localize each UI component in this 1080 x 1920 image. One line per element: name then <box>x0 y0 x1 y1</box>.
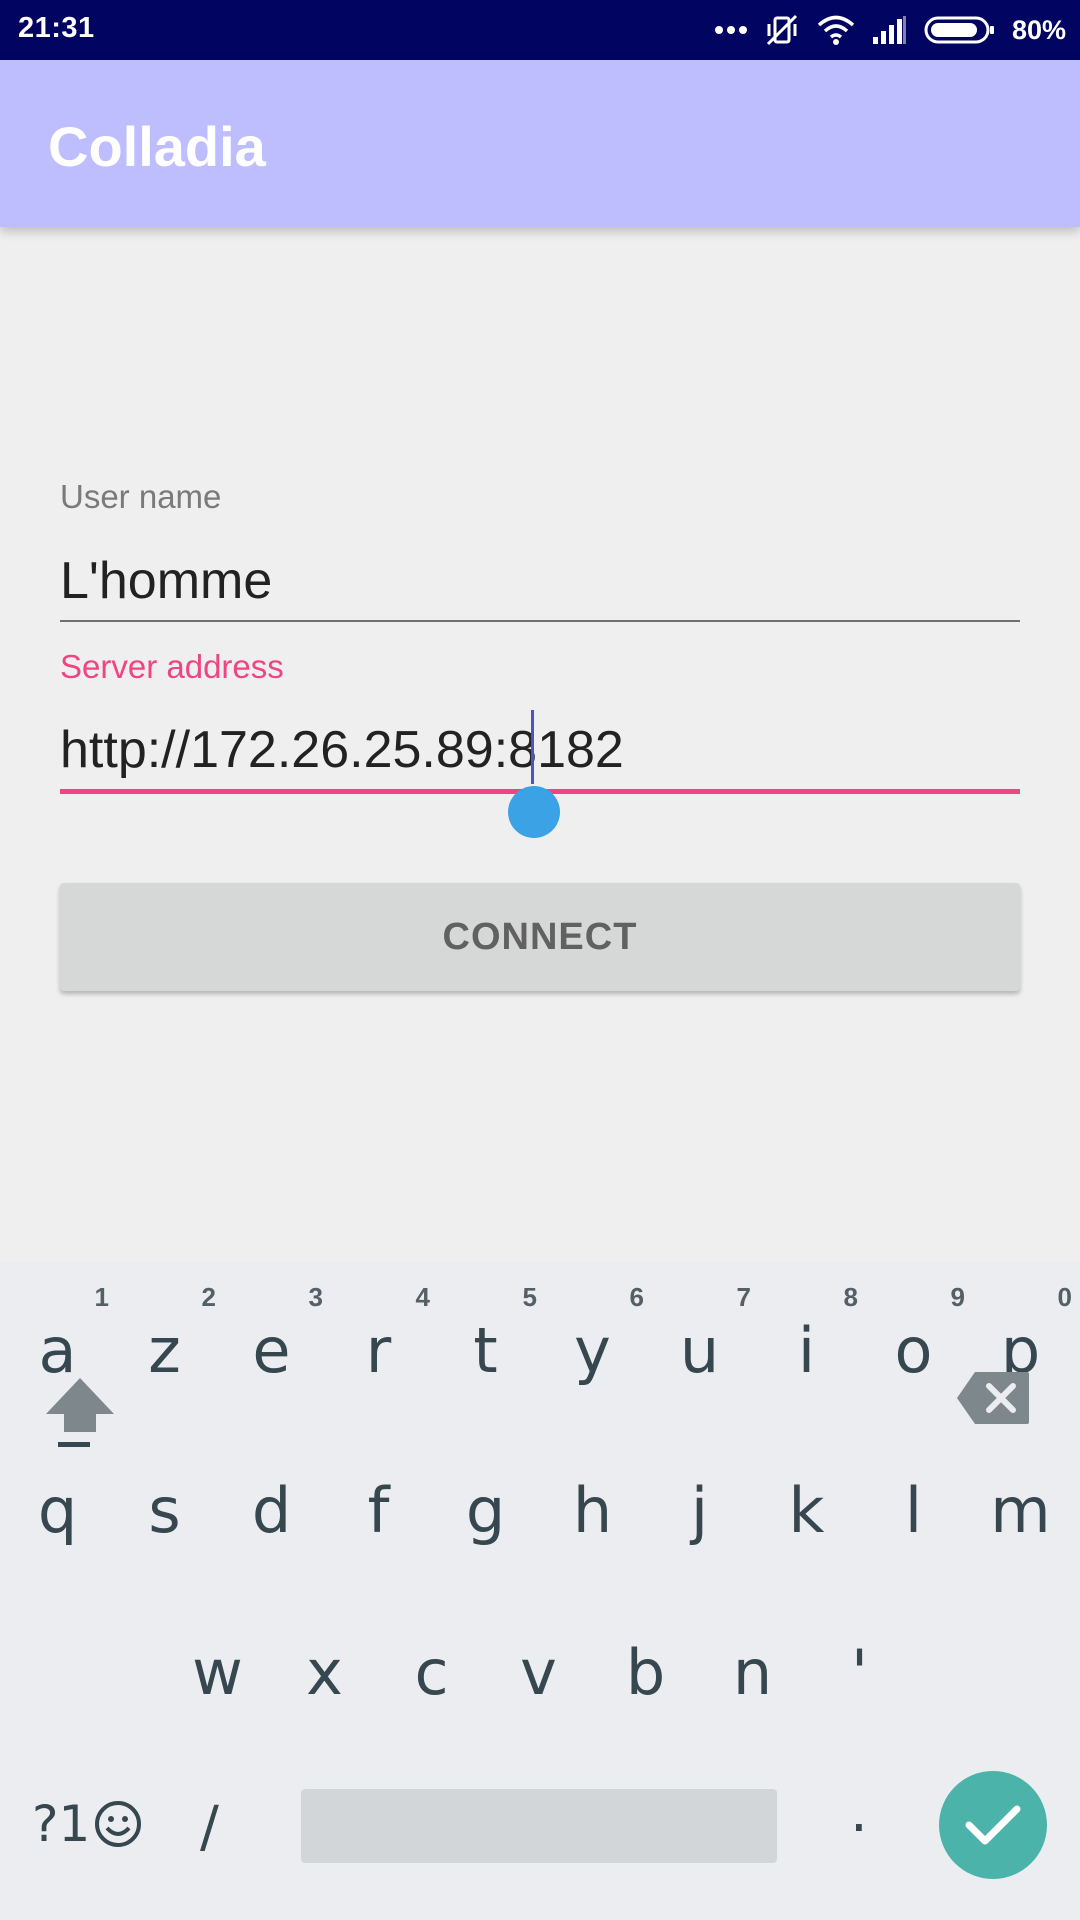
key-w[interactable]: w <box>164 1598 271 1748</box>
key-x[interactable]: x <box>271 1598 378 1748</box>
status-bar: 21:31 80% <box>0 0 1080 60</box>
emoji-icon <box>95 1801 142 1847</box>
app-bar: Colladia <box>0 60 1080 227</box>
key-char: t <box>473 1314 498 1387</box>
vibrate-off-icon <box>764 12 800 48</box>
key-char: z <box>148 1314 181 1387</box>
key-hint: 9 <box>950 1282 965 1312</box>
key-d[interactable]: d <box>218 1432 325 1582</box>
signal-icon <box>872 15 908 45</box>
key-char: n <box>732 1636 773 1709</box>
key-char: q <box>37 1474 78 1547</box>
key-f[interactable]: f <box>325 1432 432 1582</box>
key-hint: 1 <box>94 1282 109 1312</box>
key-hint: 4 <box>415 1282 430 1312</box>
key-j[interactable]: j <box>646 1432 753 1582</box>
key-b[interactable]: b <box>592 1598 699 1748</box>
key-n[interactable]: n <box>699 1598 806 1748</box>
wifi-icon <box>816 14 856 46</box>
key-e[interactable]: e3 <box>218 1262 325 1412</box>
server-address-label: Server address <box>60 648 284 685</box>
key-m[interactable]: m <box>967 1432 1074 1582</box>
key-char: y <box>574 1314 611 1387</box>
key-hint: 2 <box>201 1282 216 1312</box>
battery-icon <box>924 15 996 45</box>
key-char: ' <box>850 1636 869 1709</box>
key-hint: 6 <box>629 1282 644 1312</box>
user-name-label: User name <box>60 478 222 515</box>
symbols-key[interactable]: ?1 <box>32 1795 144 1853</box>
key-t[interactable]: t5 <box>432 1262 539 1412</box>
key-char: r <box>365 1314 392 1387</box>
key-char: e <box>252 1314 291 1387</box>
slash-key[interactable]: / <box>200 1795 219 1860</box>
key-u[interactable]: u7 <box>646 1262 753 1412</box>
space-key[interactable] <box>301 1789 777 1863</box>
key-v[interactable]: v <box>485 1598 592 1748</box>
key-char: w <box>192 1636 243 1709</box>
key-i[interactable]: i8 <box>753 1262 860 1412</box>
backspace-key[interactable] <box>955 1370 1031 1431</box>
key-h[interactable]: h <box>539 1432 646 1582</box>
key-hint: 5 <box>522 1282 537 1312</box>
key-hint: 0 <box>1057 1282 1072 1312</box>
key-z[interactable]: z2 <box>111 1262 218 1412</box>
key-k[interactable]: k <box>753 1432 860 1582</box>
check-icon <box>965 1805 1021 1845</box>
key-s[interactable]: s <box>111 1432 218 1582</box>
key-hint: 3 <box>308 1282 323 1312</box>
key-char: k <box>788 1474 825 1547</box>
key-hint: 8 <box>843 1282 858 1312</box>
cursor-handle[interactable] <box>508 786 560 838</box>
backspace-icon <box>957 1372 1029 1424</box>
battery-percent: 80% <box>1011 14 1066 45</box>
more-dots-icon <box>714 25 748 35</box>
key-char: x <box>306 1636 343 1709</box>
server-address-field[interactable]: http://172.26.25.89:8182 <box>60 720 624 780</box>
key-g[interactable]: g <box>432 1432 539 1582</box>
key-char: u <box>679 1314 720 1387</box>
text-cursor <box>531 710 534 784</box>
key-char: m <box>990 1474 1051 1547</box>
status-time: 21:31 <box>18 12 95 44</box>
period-key[interactable]: . <box>850 1780 868 1845</box>
key-char: c <box>414 1636 449 1709</box>
key-char: d <box>251 1474 292 1547</box>
key-apostrophe[interactable]: ' <box>806 1598 913 1748</box>
key-char: j <box>690 1474 709 1547</box>
user-name-field[interactable]: L'homme <box>60 551 272 611</box>
key-hint: 7 <box>736 1282 751 1312</box>
shift-icon <box>46 1378 114 1447</box>
key-char: l <box>904 1474 923 1547</box>
key-r[interactable]: r4 <box>325 1262 432 1412</box>
key-char: i <box>797 1314 816 1387</box>
done-key[interactable] <box>939 1771 1047 1879</box>
symbols-label: ?1 <box>32 1795 91 1853</box>
connect-button[interactable]: CONNECT <box>60 883 1020 991</box>
key-y[interactable]: y6 <box>539 1262 646 1412</box>
status-icons: 80% <box>714 0 1066 60</box>
user-name-underline <box>60 620 1020 622</box>
key-l[interactable]: l <box>860 1432 967 1582</box>
key-char: h <box>572 1474 613 1547</box>
key-char: f <box>367 1474 390 1547</box>
app-title: Colladia <box>48 115 266 178</box>
key-char: o <box>894 1314 933 1387</box>
shift-key[interactable] <box>40 1370 120 1457</box>
key-char: v <box>520 1636 557 1709</box>
key-char: s <box>148 1474 181 1547</box>
key-char: g <box>465 1474 506 1547</box>
key-c[interactable]: c <box>378 1598 485 1748</box>
key-o[interactable]: o9 <box>860 1262 967 1412</box>
key-char: b <box>625 1636 666 1709</box>
